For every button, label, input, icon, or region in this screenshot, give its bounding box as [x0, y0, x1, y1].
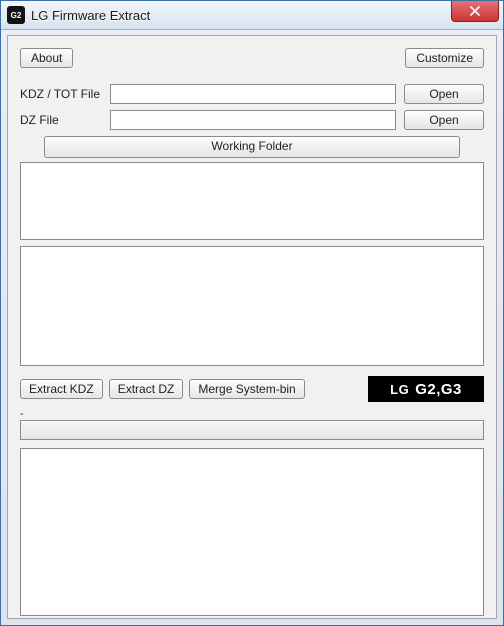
- upper-list-panel: [20, 162, 484, 240]
- dz-file-input[interactable]: [110, 110, 396, 130]
- extract-dz-button[interactable]: Extract DZ: [109, 379, 184, 399]
- customize-button[interactable]: Customize: [405, 48, 484, 68]
- kdz-file-input[interactable]: [110, 84, 396, 104]
- app-icon: G2: [7, 6, 25, 24]
- lg-logo: LG G2,G3: [368, 376, 484, 402]
- merge-system-bin-button[interactable]: Merge System-bin: [189, 379, 304, 399]
- about-button[interactable]: About: [20, 48, 73, 68]
- action-row: Extract KDZ Extract DZ Merge System-bin …: [20, 376, 484, 402]
- dz-row: DZ File Open: [20, 110, 484, 130]
- logo-models: G2,G3: [415, 381, 462, 398]
- log-panel: [20, 448, 484, 616]
- close-icon: [470, 6, 480, 16]
- top-toolbar-row: About Customize: [20, 48, 484, 68]
- extract-kdz-button[interactable]: Extract KDZ: [20, 379, 103, 399]
- logo-brand: LG: [390, 382, 409, 397]
- dz-label: DZ File: [20, 113, 110, 127]
- status-tick: -: [20, 408, 484, 420]
- close-button[interactable]: [451, 1, 499, 22]
- kdz-open-button[interactable]: Open: [404, 84, 484, 104]
- kdz-row: KDZ / TOT File Open: [20, 84, 484, 104]
- progress-bar: [20, 420, 484, 440]
- working-folder-button[interactable]: Working Folder: [44, 136, 460, 158]
- main-window: G2 LG Firmware Extract About Customize K…: [0, 0, 504, 626]
- dz-open-button[interactable]: Open: [404, 110, 484, 130]
- middle-list-panel: [20, 246, 484, 366]
- kdz-label: KDZ / TOT File: [20, 87, 110, 101]
- app-icon-text: G2: [11, 11, 22, 20]
- window-title: LG Firmware Extract: [31, 8, 150, 23]
- client-area: About Customize KDZ / TOT File Open DZ F…: [7, 35, 497, 619]
- title-bar: G2 LG Firmware Extract: [1, 1, 503, 30]
